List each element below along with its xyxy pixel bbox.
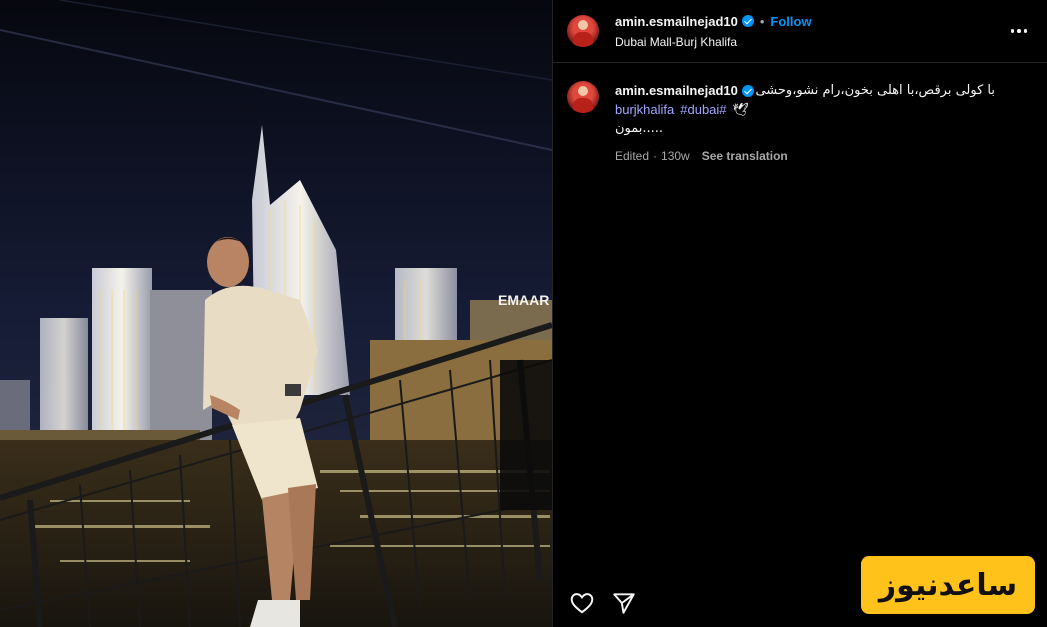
emaar-sign: EMAAR xyxy=(498,292,549,308)
post-header: amin.esmailnejad10 • Follow Dubai Mall-B… xyxy=(553,0,1047,63)
caption-text-line2: بمون..... xyxy=(615,121,664,136)
caption-username[interactable]: amin.esmailnejad10 xyxy=(615,81,738,100)
post-sidebar: amin.esmailnejad10 • Follow Dubai Mall-B… xyxy=(552,0,1047,627)
action-bar xyxy=(569,590,637,616)
see-translation-button[interactable]: See translation xyxy=(702,147,788,166)
follow-button[interactable]: Follow xyxy=(770,14,811,29)
post-modal: EMAAR amin.esmailnejad10 • Follow Dubai … xyxy=(0,0,1047,627)
verified-badge-icon xyxy=(741,84,754,97)
watermark-logo: ساعدنیوز xyxy=(861,556,1035,614)
dove-emoji: 🕊 xyxy=(732,102,750,117)
hashtag-burjkhalifa[interactable]: burjkhalifa xyxy=(615,100,674,119)
separator: • xyxy=(759,13,765,29)
caption-text-line1: با کولی برقص،با اهلی بخون،رام نشو،وحشی xyxy=(755,83,995,98)
post-photo[interactable]: EMAAR xyxy=(0,0,552,627)
caption-avatar[interactable] xyxy=(567,81,599,113)
post-location[interactable]: Dubai Mall-Burj Khalifa xyxy=(615,35,812,49)
hashtag-dubai[interactable]: #dubai# xyxy=(680,100,726,119)
more-options-icon[interactable] xyxy=(1005,23,1034,39)
watermark-text: ساعدنیوز xyxy=(878,567,1018,603)
verified-badge-icon xyxy=(741,15,754,27)
edited-label: Edited xyxy=(615,149,650,163)
post-username[interactable]: amin.esmailnejad10 xyxy=(615,14,738,29)
meta-separator: · xyxy=(653,149,658,163)
send-icon[interactable] xyxy=(611,590,637,616)
heart-icon[interactable] xyxy=(569,590,595,616)
avatar[interactable] xyxy=(567,15,599,47)
post-time[interactable]: 130w xyxy=(661,147,690,166)
caption: amin.esmailnejad10 با کولی برقص،با اهلی … xyxy=(553,63,1047,166)
